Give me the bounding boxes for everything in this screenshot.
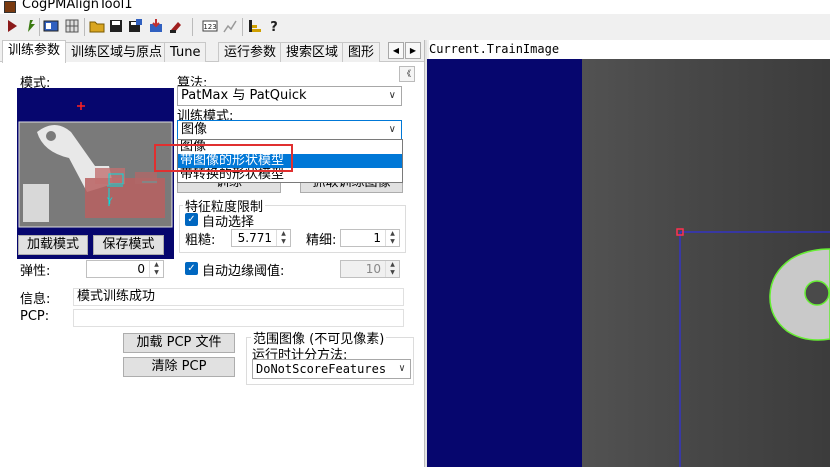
train-mode-select[interactable]: 图像 ∨ (177, 120, 402, 140)
hole-contour (804, 280, 830, 306)
save-model-button[interactable]: 保存模式 (93, 235, 164, 255)
title-bar: CogPMAlignTool1 (0, 0, 830, 14)
record-icon[interactable] (247, 18, 263, 34)
coarse-value: 5.771 (237, 231, 272, 245)
reset-icon[interactable] (168, 18, 184, 34)
model-thumbnail-graphic: Y (18, 102, 173, 228)
save-as-icon[interactable] (127, 18, 143, 34)
auto-edge-threshold-checkbox[interactable]: ✓ (185, 262, 198, 275)
tab-scroll-left-button[interactable]: ◀ (388, 42, 404, 59)
model-thumbnail: Y (17, 88, 174, 259)
pcp-label: PCP: (20, 309, 50, 324)
train-mode-value: 图像 (181, 122, 208, 137)
calculator-icon[interactable]: 123 (202, 18, 218, 34)
auto-edge-threshold-stepper: 10 ▲ ▼ (340, 260, 400, 278)
toolbar-separator (84, 18, 85, 36)
chevron-down-icon: ∨ (388, 90, 396, 101)
tab-graphics[interactable]: 图形 (342, 42, 381, 62)
clear-pcp-button[interactable]: 清除 PCP (123, 357, 235, 377)
elasticity-label: 弹性: (20, 264, 51, 279)
coarse-stepper[interactable]: 5.771 ▲ ▼ (231, 229, 291, 247)
algorithm-value: PatMax 与 PatQuick (181, 88, 307, 103)
auto-select-label: 自动选择 (202, 215, 255, 230)
info-label: 信息: (20, 292, 51, 307)
info-field: 模式训练成功 (73, 288, 404, 306)
svg-text:123: 123 (203, 23, 216, 31)
image-window-icon[interactable] (43, 18, 59, 34)
chart-disabled-icon (223, 20, 237, 33)
toolbar-separator (242, 18, 243, 36)
help-icon[interactable]: ? (266, 18, 282, 34)
scoring-method-value: DoNotScoreFeatures (256, 362, 387, 376)
svg-text:Y: Y (106, 197, 113, 207)
auto-edge-threshold-value: 10 (365, 262, 381, 276)
run-icon[interactable] (4, 18, 20, 34)
chevron-down-icon: ∨ (388, 124, 396, 135)
electric-icon[interactable] (22, 18, 38, 34)
load-pcp-file-button[interactable]: 加载 PCP 文件 (123, 333, 235, 353)
image-view-title: Current.TrainImage (429, 40, 830, 59)
tab-strip: 训练参数 训练区域与原点 Tune 运行参数 搜索区域 图形 ◀ ▶ (0, 40, 426, 63)
open-folder-icon[interactable] (89, 18, 105, 34)
toolbar-separator (192, 18, 193, 36)
tab-tune[interactable]: Tune (164, 42, 207, 62)
toolbar: 123 ? (0, 14, 830, 40)
tab-run-params[interactable]: 运行参数 (218, 42, 283, 62)
tab-search-region[interactable]: 搜索区域 (280, 42, 345, 62)
tab-train-region-origin[interactable]: 训练区域与原点 (65, 42, 169, 62)
tab-train-params[interactable]: 训练参数 (2, 40, 67, 63)
grid-icon[interactable] (64, 18, 80, 34)
auto-select-checkbox[interactable]: ✓ (185, 213, 198, 226)
stepper-arrows-icon[interactable]: ▲ ▼ (149, 261, 163, 277)
load-model-button[interactable]: 加载模式 (18, 235, 88, 255)
elasticity-value: 0 (137, 262, 145, 276)
fine-value: 1 (373, 231, 381, 245)
coarse-label: 粗糙: (185, 233, 216, 248)
window-title: CogPMAlignTool1 (22, 0, 133, 12)
auto-edge-threshold-label: 自动边缘阈值: (202, 264, 285, 279)
fine-stepper[interactable]: 1 ▲ ▼ (340, 229, 400, 247)
highlight-annotation-box (154, 144, 293, 172)
scoring-method-select[interactable]: DoNotScoreFeatures ∨ (252, 359, 411, 379)
algorithm-select[interactable]: PatMax 与 PatQuick ∨ (177, 86, 402, 106)
pcp-field (73, 309, 404, 327)
collapse-button[interactable]: 《 (399, 66, 415, 82)
fine-label: 精细: (306, 233, 337, 248)
stepper-arrows-icon: ▲ ▼ (385, 261, 399, 277)
import-icon[interactable] (148, 18, 164, 34)
chevron-down-icon: ∨ (398, 363, 405, 374)
stepper-arrows-icon[interactable]: ▲ ▼ (385, 230, 399, 246)
svg-text:?: ? (270, 20, 278, 34)
tab-scroll-right-button[interactable]: ▶ (405, 42, 421, 59)
image-overlay-graphics (676, 228, 830, 467)
stepper-arrows-icon[interactable]: ▲ ▼ (276, 230, 290, 246)
app-icon (4, 1, 16, 13)
image-display[interactable] (427, 59, 830, 467)
elasticity-stepper[interactable]: 0 ▲ ▼ (86, 260, 164, 278)
toolbar-separator (39, 18, 40, 36)
save-icon[interactable] (108, 18, 124, 34)
